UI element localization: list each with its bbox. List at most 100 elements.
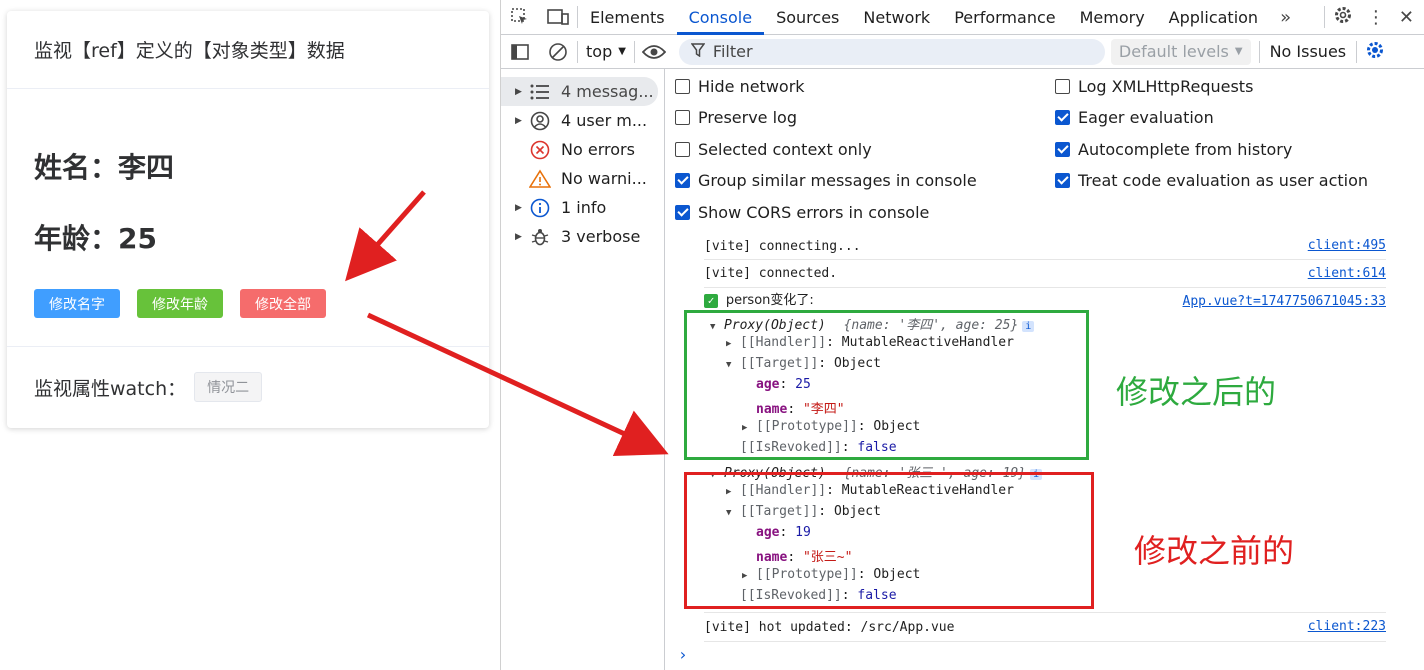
tab-performance[interactable]: Performance (942, 0, 1067, 35)
default-levels-select[interactable]: Default levels ▼ (1110, 38, 1251, 65)
before-highlight-box (684, 472, 1094, 609)
source-link[interactable]: client:223 (1308, 619, 1386, 634)
live-expression-eye-icon[interactable] (635, 34, 673, 69)
group-similar-checkbox[interactable]: Group similar messages in console (675, 171, 977, 190)
filter-input[interactable]: Filter (678, 38, 1105, 65)
user-icon (527, 111, 553, 131)
log-line: [vite] connected. (704, 260, 1386, 288)
sidebar-item-label: 1 info (561, 198, 607, 217)
sidebar-item-info[interactable]: ▶ 1 info (501, 193, 664, 222)
divider (1323, 6, 1325, 28)
before-label: 修改之前的 (1134, 532, 1295, 570)
tabbar-right: ⋮ ✕ (1323, 5, 1424, 29)
log-line: [vite] hot updated: /src/App.vue (704, 612, 1386, 642)
log-xhr-checkbox[interactable]: Log XMLHttpRequests (1055, 77, 1253, 96)
tab-network[interactable]: Network (851, 0, 942, 35)
edit-age-button[interactable]: 修改年龄 (137, 289, 223, 318)
checkbox-box[interactable] (675, 142, 690, 157)
checkbox-box-checked[interactable] (675, 173, 690, 188)
edit-all-button[interactable]: 修改全部 (240, 289, 326, 318)
source-link[interactable]: App.vue?t=1747750671045:33 (1183, 294, 1387, 309)
log-text: person变化了: (725, 293, 814, 308)
app-card: 监视【ref】定义的【对象类型】数据 姓名：李四 年龄：25 修改名字 修改年龄… (7, 11, 489, 428)
expand-triangle-icon[interactable]: ▶ (515, 203, 527, 213)
console-toolbar: top ▼ Filter Default levels ▼ No Issues (501, 35, 1424, 69)
log-text: [vite] connecting... (704, 239, 861, 254)
button-row: 修改名字 修改年龄 修改全部 (34, 289, 326, 318)
clear-console-icon[interactable] (539, 34, 577, 69)
source-link[interactable]: client:495 (1308, 238, 1386, 253)
divider (1258, 40, 1260, 63)
checkbox-label: Preserve log (698, 108, 797, 127)
checkbox-box[interactable] (1055, 79, 1070, 94)
console-settings: Hide network Preserve log Selected conte… (666, 69, 1424, 229)
console-sidebar: ▶ 4 messag... ▶ 4 user m... No errors No… (501, 69, 665, 670)
settings-gear-icon[interactable] (1333, 5, 1353, 29)
inspect-element-icon[interactable] (501, 0, 539, 35)
check-icon: ✓ (704, 293, 718, 308)
tab-console[interactable]: Console (676, 0, 765, 35)
card-title: 监视【ref】定义的【对象类型】数据 (34, 40, 345, 62)
sidebar-item-messages[interactable]: ▶ 4 messag... (501, 77, 658, 106)
checkbox-label: Hide network (698, 77, 805, 96)
watch-label: 监视属性watch： (34, 377, 187, 400)
checkbox-label: Log XMLHttpRequests (1078, 77, 1254, 96)
checkbox-box-checked[interactable] (1055, 110, 1070, 125)
sidebar-item-warnings[interactable]: No warni... (501, 164, 664, 193)
sidebar-toggle-icon[interactable] (501, 34, 539, 69)
card-header: 监视【ref】定义的【对象类型】数据 (7, 11, 489, 89)
after-label: 修改之后的 (1116, 373, 1277, 411)
selected-context-checkbox[interactable]: Selected context only (675, 140, 872, 159)
card-footer: 监视属性watch： 情况二 (7, 347, 489, 427)
expand-triangle-icon[interactable]: ▶ (515, 87, 527, 97)
console-settings-gear-icon[interactable] (1365, 40, 1385, 64)
sidebar-item-errors[interactable]: No errors (501, 135, 664, 164)
console-prompt-chevron-icon[interactable]: › (678, 645, 688, 664)
person-name: 姓名：李四 (34, 151, 175, 184)
checkbox-box-checked[interactable] (1055, 142, 1070, 157)
list-icon (527, 84, 553, 100)
eager-eval-checkbox[interactable]: Eager evaluation (1055, 108, 1214, 127)
tab-sources[interactable]: Sources (764, 0, 851, 35)
tab-elements[interactable]: Elements (578, 0, 677, 35)
checkbox-box[interactable] (675, 110, 690, 125)
filter-placeholder: Filter (712, 42, 753, 61)
treat-code-checkbox[interactable]: Treat code evaluation as user action (1055, 171, 1368, 190)
expand-triangle-icon[interactable]: ▶ (515, 116, 527, 126)
preserve-log-checkbox[interactable]: Preserve log (675, 108, 797, 127)
sidebar-item-verbose[interactable]: ▶ 3 verbose (501, 222, 664, 251)
device-toolbar-icon[interactable] (539, 0, 577, 35)
issues-counter[interactable]: No Issues (1270, 42, 1347, 61)
checkbox-box-checked[interactable] (675, 205, 690, 220)
checkbox-label: Treat code evaluation as user action (1078, 171, 1369, 190)
sidebar-item-label: 4 user m... (561, 111, 648, 130)
expand-triangle-icon[interactable]: ▶ (515, 232, 527, 242)
more-tabs-icon[interactable]: » (1270, 7, 1301, 28)
autocomplete-checkbox[interactable]: Autocomplete from history (1055, 140, 1292, 159)
tab-application[interactable]: Application (1157, 0, 1270, 35)
warning-icon (527, 168, 553, 189)
sidebar-item-label: No warni... (561, 169, 647, 188)
bug-icon (527, 227, 553, 247)
edit-name-button[interactable]: 修改名字 (34, 289, 120, 318)
checkbox-label: Show CORS errors in console (698, 203, 930, 222)
info-icon (527, 198, 553, 218)
context-select[interactable]: top ▼ (578, 42, 634, 61)
divider (1356, 40, 1358, 63)
kebab-menu-icon[interactable]: ⋮ (1361, 7, 1391, 28)
checkbox-box[interactable] (675, 79, 690, 94)
checkbox-box-checked[interactable] (1055, 173, 1070, 188)
chevron-down-icon: ▼ (618, 46, 626, 57)
error-icon (527, 140, 553, 160)
checkbox-label: Autocomplete from history (1078, 140, 1293, 159)
source-link[interactable]: client:614 (1308, 266, 1386, 281)
person-age: 年龄：25 (34, 222, 157, 255)
checkbox-label: Selected context only (698, 140, 872, 159)
hide-network-checkbox[interactable]: Hide network (675, 77, 805, 96)
show-cors-checkbox[interactable]: Show CORS errors in console (675, 203, 929, 222)
close-icon[interactable]: ✕ (1399, 7, 1414, 28)
case-tag: 情况二 (194, 372, 263, 402)
tab-memory[interactable]: Memory (1068, 0, 1157, 35)
sidebar-item-user-messages[interactable]: ▶ 4 user m... (501, 106, 664, 135)
sidebar-item-label: 4 messag... (561, 82, 654, 101)
